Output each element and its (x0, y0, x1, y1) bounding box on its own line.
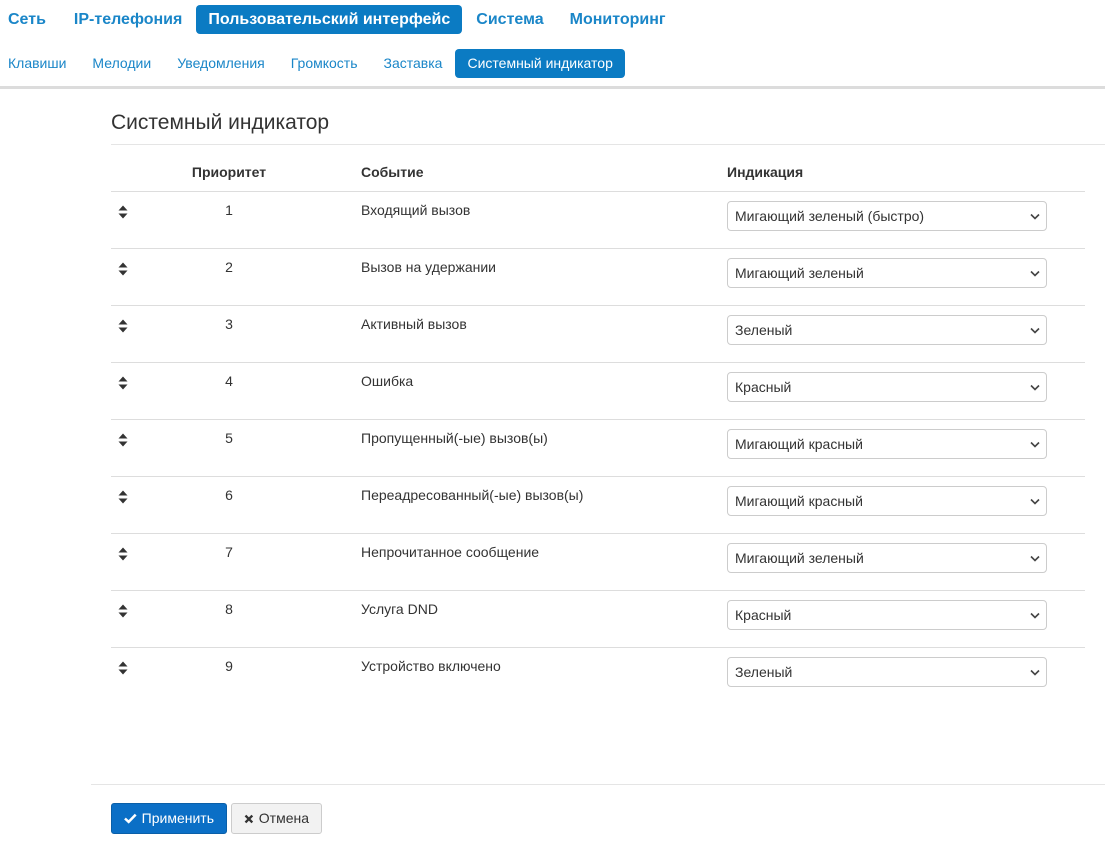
table-row: 4 Ошибка Красный (111, 363, 1085, 420)
table-row: 1 Входящий вызов Мигающий зеленый (быстро) (111, 192, 1085, 249)
indication-select[interactable]: Красный (727, 372, 1047, 402)
event-cell: Непрочитанное сообщение (361, 544, 540, 560)
tab-keys[interactable]: Клавиши (0, 49, 79, 78)
priority-cell: 4 (225, 373, 233, 389)
event-cell: Входящий вызов (361, 202, 471, 218)
main-nav-ip-telephony[interactable]: IP-телефония (62, 5, 194, 34)
close-icon (244, 814, 254, 823)
nav-divider (0, 86, 1105, 89)
indication-select[interactable]: Мигающий зеленый (727, 258, 1047, 288)
footer-divider (91, 784, 1105, 785)
sub-nav: Клавиши Мелодии Уведомления Громкость За… (0, 49, 625, 78)
priority-cell: 6 (225, 487, 233, 503)
table-row: 8 Услуга DND Красный (111, 591, 1085, 648)
chevron-down-icon (1030, 270, 1040, 277)
priority-cell: 5 (225, 430, 233, 446)
chevron-down-icon (1030, 327, 1040, 334)
indication-value: Красный (735, 607, 792, 623)
header-event: Событие (361, 164, 424, 180)
event-cell: Ошибка (361, 373, 414, 389)
priority-cell: 8 (225, 601, 233, 617)
main-nav-user-interface[interactable]: Пользовательский интерфейс (196, 5, 463, 34)
header-priority: Приоритет (191, 164, 267, 180)
indication-value: Красный (735, 379, 792, 395)
indication-value: Мигающий зеленый (быстро) (735, 208, 925, 224)
chevron-down-icon (1030, 384, 1040, 391)
table-row: 9 Устройство включено Зеленый (111, 648, 1085, 705)
event-cell: Услуга DND (361, 601, 438, 617)
tab-melodies[interactable]: Мелодии (79, 49, 164, 78)
page-title: Системный индикатор (111, 111, 330, 134)
event-cell: Переадресованный(-ые) вызов(ы) (361, 487, 584, 503)
table-row: 5 Пропущенный(-ые) вызов(ы) Мигающий красн… (111, 420, 1085, 477)
tab-volume[interactable]: Громкость (278, 49, 371, 78)
cancel-button[interactable]: Отмена (231, 803, 322, 834)
event-cell: Пропущенный(-ые) вызов(ы) (361, 430, 548, 446)
priority-cell: 9 (225, 658, 233, 674)
chevron-down-icon (1030, 669, 1040, 676)
indication-select[interactable]: Зеленый (727, 657, 1047, 687)
indication-value: Мигающий красный (735, 493, 863, 509)
indication-select[interactable]: Зеленый (727, 315, 1047, 345)
indication-value: Мигающий зеленый (735, 265, 864, 281)
apply-label: Применить (141, 810, 214, 826)
indication-select[interactable]: Мигающий красный (727, 429, 1047, 459)
indication-select[interactable]: Мигающий зеленый (быстро) (727, 201, 1047, 231)
indicator-table: Приоритет Событие Индикация 1 Входящий вы… (111, 145, 1085, 705)
main-nav-system[interactable]: Система (464, 5, 555, 34)
main-nav-network[interactable]: Сеть (0, 5, 60, 34)
indication-select[interactable]: Красный (727, 600, 1047, 630)
indication-value: Мигающий красный (735, 436, 863, 452)
table-row: 2 Вызов на удержании Мигающий зеленый (111, 249, 1085, 306)
indication-value: Мигающий зеленый (735, 550, 864, 566)
priority-cell: 7 (225, 544, 233, 560)
indication-value: Зеленый (735, 322, 793, 338)
main-nav: Сеть IP-телефония Пользовательский интер… (0, 5, 680, 35)
indication-value: Зеленый (735, 664, 793, 680)
chevron-down-icon (1030, 498, 1040, 505)
table-row: 7 Непрочитанное сообщение Мигающий зеленый (111, 534, 1085, 591)
main-nav-monitoring[interactable]: Мониторинг (558, 5, 678, 34)
event-cell: Устройство включено (361, 658, 501, 674)
tab-screensaver[interactable]: Заставка (371, 49, 456, 78)
header-indication: Индикация (727, 164, 804, 180)
chevron-down-icon (1030, 441, 1040, 448)
check-icon (124, 813, 137, 824)
table-body: 1 Входящий вызов Мигающий зеленый (быстро)… (111, 192, 1085, 705)
chevron-down-icon (1030, 213, 1040, 220)
tab-notifications[interactable]: Уведомления (164, 49, 278, 78)
tab-system-indicator[interactable]: Системный индикатор (455, 49, 625, 78)
chevron-down-icon (1030, 555, 1040, 562)
priority-cell: 1 (225, 202, 233, 218)
table-row: 3 Активный вызов Зеленый (111, 306, 1085, 363)
table-row: 6 Переадресованный(-ые) вызов(ы) Мигающий … (111, 477, 1085, 534)
chevron-down-icon (1030, 612, 1040, 619)
priority-cell: 3 (225, 316, 233, 332)
indication-select[interactable]: Мигающий красный (727, 486, 1047, 516)
apply-button[interactable]: Применить (111, 803, 227, 834)
event-cell: Вызов на удержании (361, 259, 496, 275)
indication-select[interactable]: Мигающий зеленый (727, 543, 1047, 573)
cancel-label: Отмена (258, 810, 309, 826)
table-header: Приоритет Событие Индикация (111, 145, 1085, 192)
event-cell: Активный вызов (361, 316, 467, 332)
priority-cell: 2 (225, 259, 233, 275)
